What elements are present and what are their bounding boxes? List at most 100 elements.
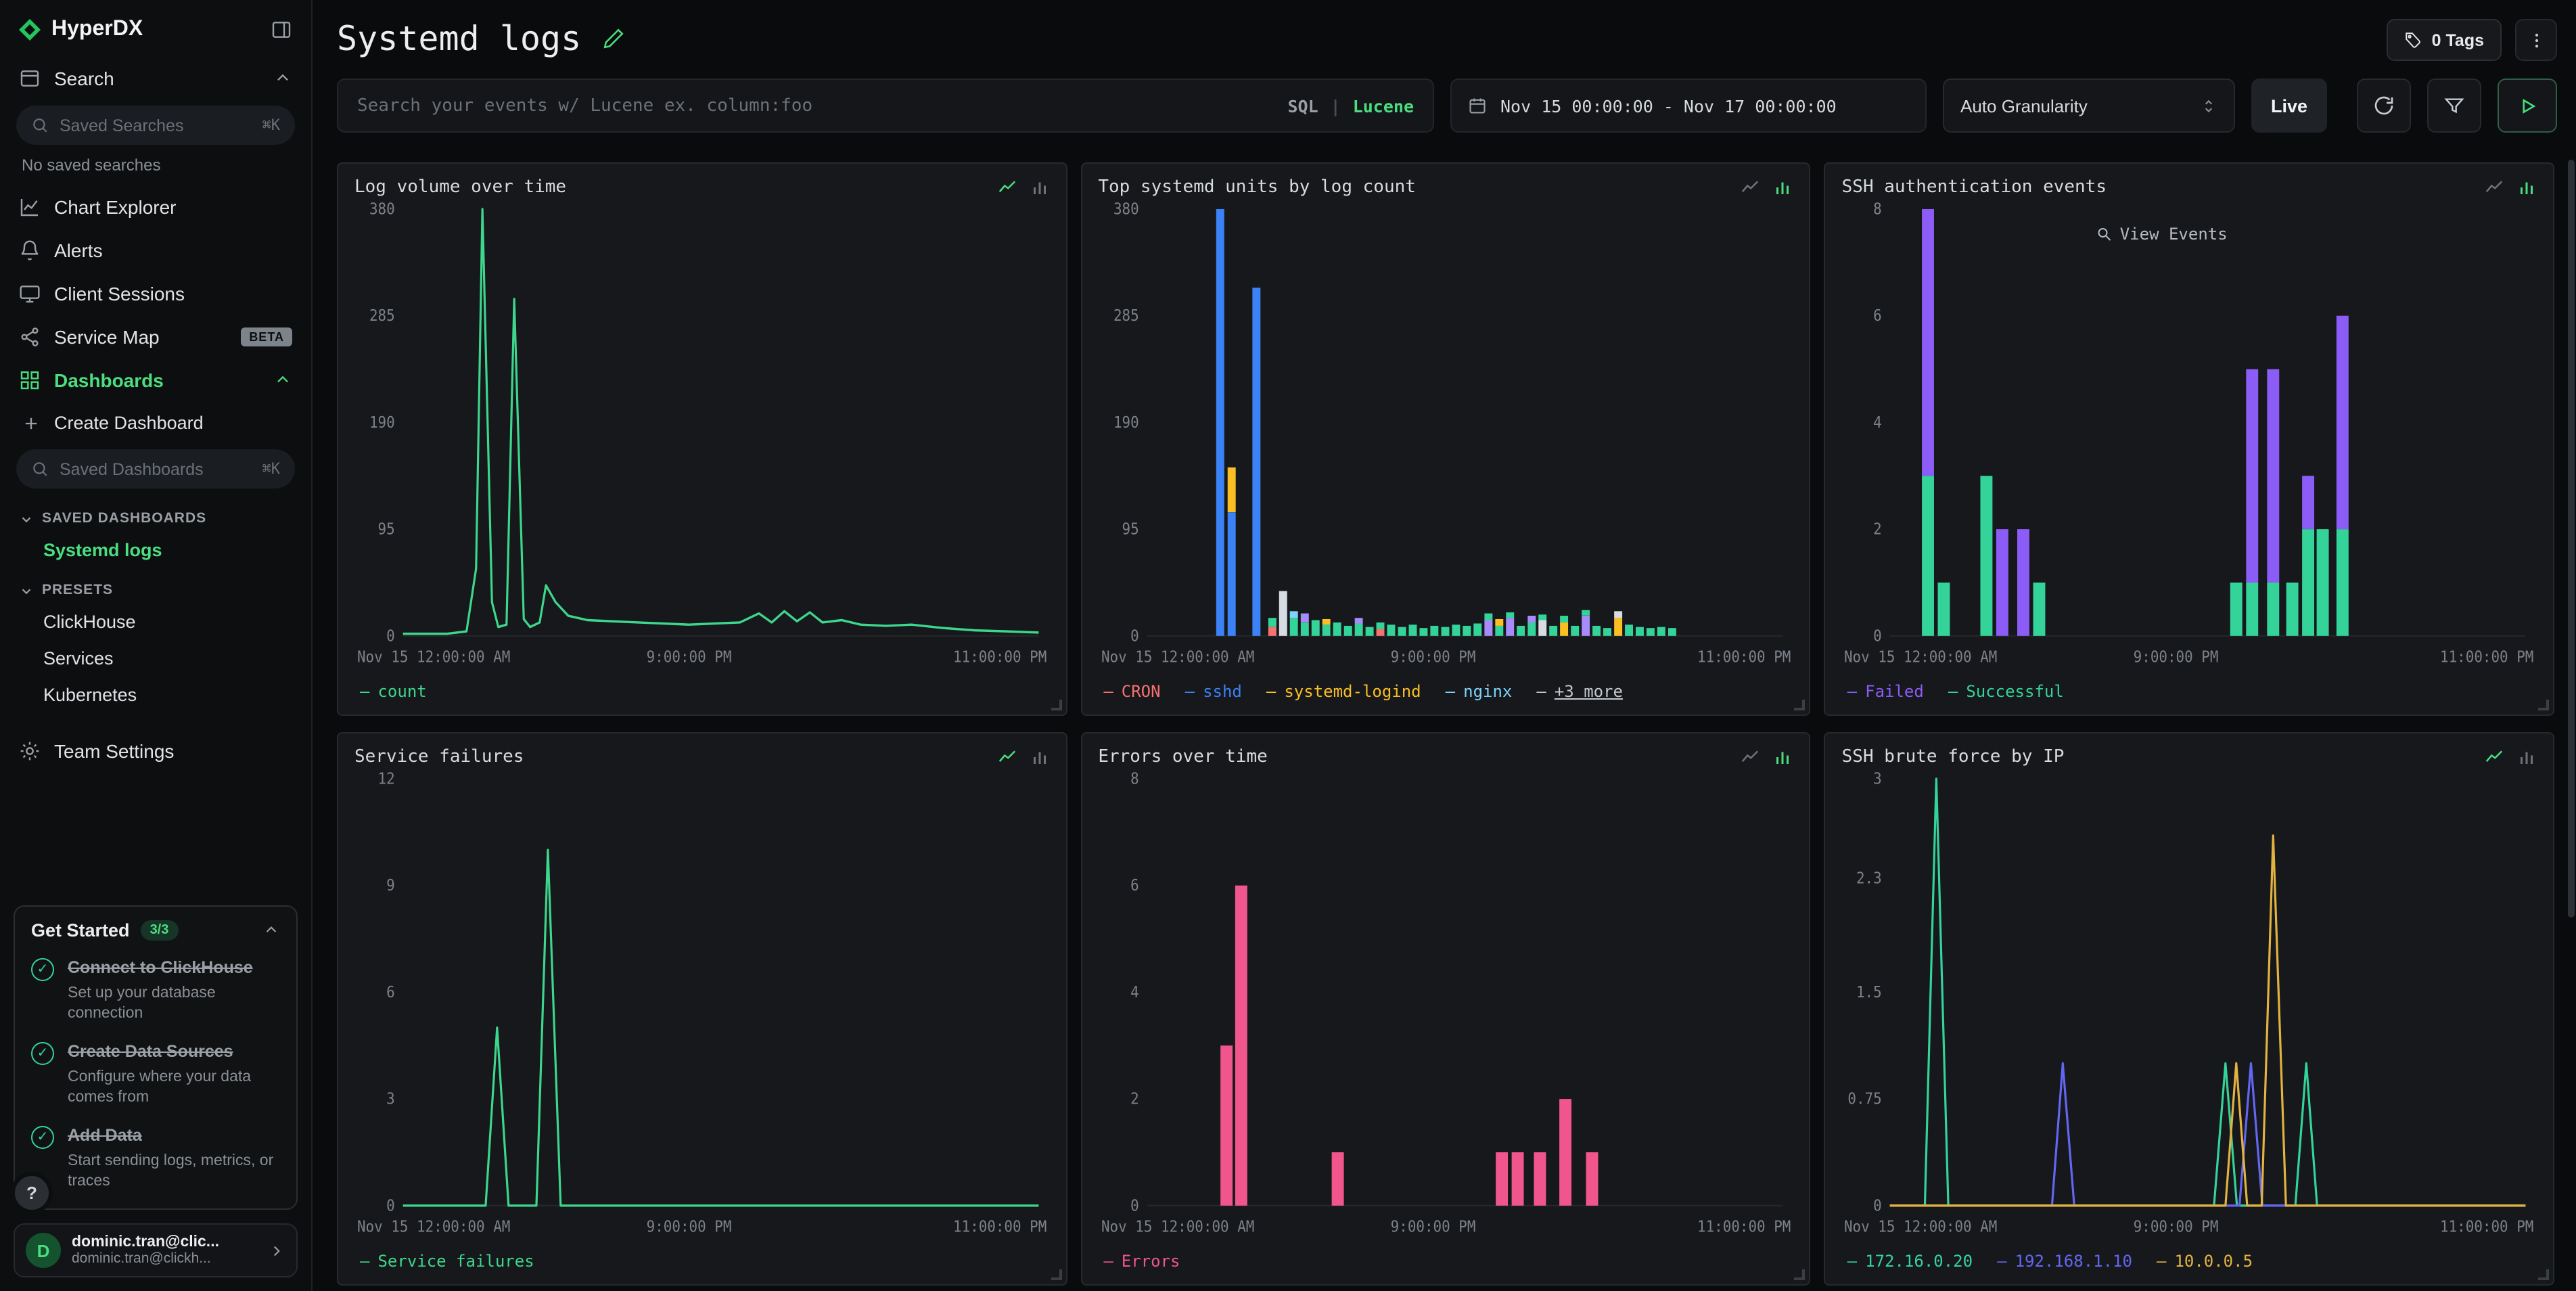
line-chart-icon[interactable] [1741,747,1761,767]
tag-icon [2405,31,2422,49]
date-range-picker[interactable]: Nov 15 00:00:00 - Nov 17 00:00:00 [1450,78,1927,133]
resize-handle[interactable] [1795,1269,1806,1280]
nav-chart-explorer[interactable]: Chart Explorer [0,185,311,229]
section-presets[interactable]: PRESETS [0,568,311,604]
svg-text:8: 8 [1130,771,1138,788]
bar-chart-icon[interactable] [2516,747,2537,767]
edit-pencil-icon[interactable] [601,27,624,50]
more-menu-button[interactable] [2515,19,2557,61]
line-chart-icon[interactable] [2484,177,2504,198]
bar-chart-icon[interactable] [1029,177,1049,198]
chart-canvas[interactable]: 02468Nov 15 12:00:00 AM9:00:00 PM11:00:0… [1842,200,2537,674]
line-chart-icon[interactable] [996,177,1017,198]
nav-dashboards[interactable]: Dashboards [0,359,311,402]
legend-item[interactable]: —10.0.0.5 [2157,1252,2253,1271]
svg-text:9:00:00 PM: 9:00:00 PM [647,649,732,666]
get-started-header[interactable]: Get Started 3/3 [31,921,280,941]
nav-alerts[interactable]: Alerts [0,229,311,272]
legend-item[interactable]: —172.16.0.20 [1847,1252,1973,1271]
granularity-select[interactable]: Auto Granularity [1943,78,2235,133]
get-started-item[interactable]: ✓ Add Data Start sending logs, metrics, … [31,1123,280,1192]
chart-canvas[interactable]: 095190285380Nov 15 12:00:00 AM9:00:00 PM… [354,200,1049,674]
legend-item[interactable]: —192.168.1.10 [1997,1252,2132,1271]
bar-chart-icon[interactable] [1773,747,1793,767]
chevron-up-icon[interactable] [273,371,292,390]
resize-handle[interactable] [2538,700,2549,710]
line-chart-icon[interactable] [2484,747,2504,767]
chart-title: Errors over time [1098,747,1267,767]
sql-language-toggle[interactable]: SQL [1287,95,1318,116]
legend-item[interactable]: —nginx [1446,682,1513,701]
resize-handle[interactable] [1051,700,1061,710]
legend-item[interactable]: —Successful [1948,682,2064,701]
create-dashboard-button[interactable]: Create Dashboard [0,402,311,444]
tags-button[interactable]: 0 Tags [2387,19,2502,61]
saved-searches-input[interactable]: Saved Searches ⌘K [16,106,295,145]
legend-item[interactable]: —Failed [1847,682,1924,701]
legend-item[interactable]: —CRON [1103,682,1160,701]
granularity-value: Auto Granularity [1960,95,2088,116]
chevron-up-icon[interactable] [262,922,280,940]
event-search-input[interactable]: Search your events w/ Lucene ex. column:… [337,78,1434,133]
nav-service-map[interactable]: Service Map BETA [0,315,311,359]
brand[interactable]: HyperDX [19,18,143,42]
help-button[interactable]: ? [15,1176,49,1210]
chart-card-service-failures: Service failures 036912Nov 15 12:00:00 A… [337,732,1067,1286]
svg-text:0: 0 [1130,628,1138,646]
svg-text:0: 0 [386,1198,395,1215]
run-query-button[interactable] [2498,78,2557,133]
chart-canvas[interactable]: 00.751.52.33Nov 15 12:00:00 AM9:00:00 PM… [1842,770,2537,1244]
collapse-sidebar-icon[interactable] [271,19,292,41]
nav-client-sessions[interactable]: Client Sessions [0,272,311,315]
line-chart-icon[interactable] [996,747,1017,767]
svg-text:0: 0 [386,628,395,646]
legend-item[interactable]: —Errors [1103,1252,1180,1271]
svg-text:9:00:00 PM: 9:00:00 PM [2134,1219,2219,1236]
nav-team-settings[interactable]: Team Settings [0,729,311,773]
line-chart-icon[interactable] [1741,177,1761,198]
lucene-language-toggle[interactable]: Lucene [1353,95,1414,116]
section-saved-dashboards[interactable]: SAVED DASHBOARDS [0,497,311,532]
preset-item-kubernetes[interactable]: Kubernetes [0,677,311,713]
refresh-button[interactable] [2357,78,2411,133]
svg-text:2.3: 2.3 [1857,870,1883,888]
chart-title: Service failures [354,747,524,767]
chart-canvas[interactable]: 02468Nov 15 12:00:00 AM9:00:00 PM11:00:0… [1098,770,1793,1244]
search-icon [31,116,49,134]
legend-item[interactable]: —count [360,682,427,701]
bar-chart-icon[interactable] [1029,747,1049,767]
preset-item-services[interactable]: Services [0,640,311,677]
bar-chart-icon[interactable] [2516,177,2537,198]
get-started-item[interactable]: ✓ Connect to ClickHouse Set up your data… [31,956,280,1025]
chart-canvas[interactable]: 036912Nov 15 12:00:00 AM9:00:00 PM11:00:… [354,770,1049,1244]
live-button[interactable]: Live [2251,78,2327,133]
legend-item[interactable]: —+3 more [1536,682,1623,701]
filter-button[interactable] [2427,78,2481,133]
plus-icon [22,413,41,432]
scrollbar-thumb[interactable] [2568,160,2575,918]
svg-text:0: 0 [1874,628,1883,646]
svg-text:9:00:00 PM: 9:00:00 PM [1390,1219,1475,1236]
preset-item-clickhouse[interactable]: ClickHouse [0,604,311,640]
bar-chart-icon[interactable] [1773,177,1793,198]
view-events-link[interactable]: View Events [2096,225,2228,244]
saved-dashboards-input[interactable]: Saved Dashboards ⌘K [16,449,295,489]
nav-search[interactable]: Search [0,57,311,100]
service-map-icon [19,326,41,348]
legend-item[interactable]: —sshd [1185,682,1242,701]
svg-text:Nov 15 12:00:00 AM: Nov 15 12:00:00 AM [1845,649,1998,666]
gear-icon [19,740,41,762]
resize-handle[interactable] [1795,700,1806,710]
user-menu[interactable]: D dominic.tran@clic... dominic.tran@clic… [14,1223,298,1277]
calendar-icon [1468,96,1487,115]
legend-item[interactable]: —systemd-logind [1266,682,1421,701]
legend-item[interactable]: —Service failures [360,1252,534,1271]
get-started-item[interactable]: ✓ Create Data Sources Configure where yo… [31,1040,280,1109]
dashboard-item-systemd-logs[interactable]: Systemd logs [0,532,311,568]
chart-canvas[interactable]: 095190285380Nov 15 12:00:00 AM9:00:00 PM… [1098,200,1793,674]
svg-text:Nov 15 12:00:00 AM: Nov 15 12:00:00 AM [1101,649,1254,666]
resize-handle[interactable] [1051,1269,1061,1280]
chevron-up-icon[interactable] [273,69,292,88]
resize-handle[interactable] [2538,1269,2549,1280]
chart-card-top-units: Top systemd units by log count 095190285… [1080,162,1810,716]
